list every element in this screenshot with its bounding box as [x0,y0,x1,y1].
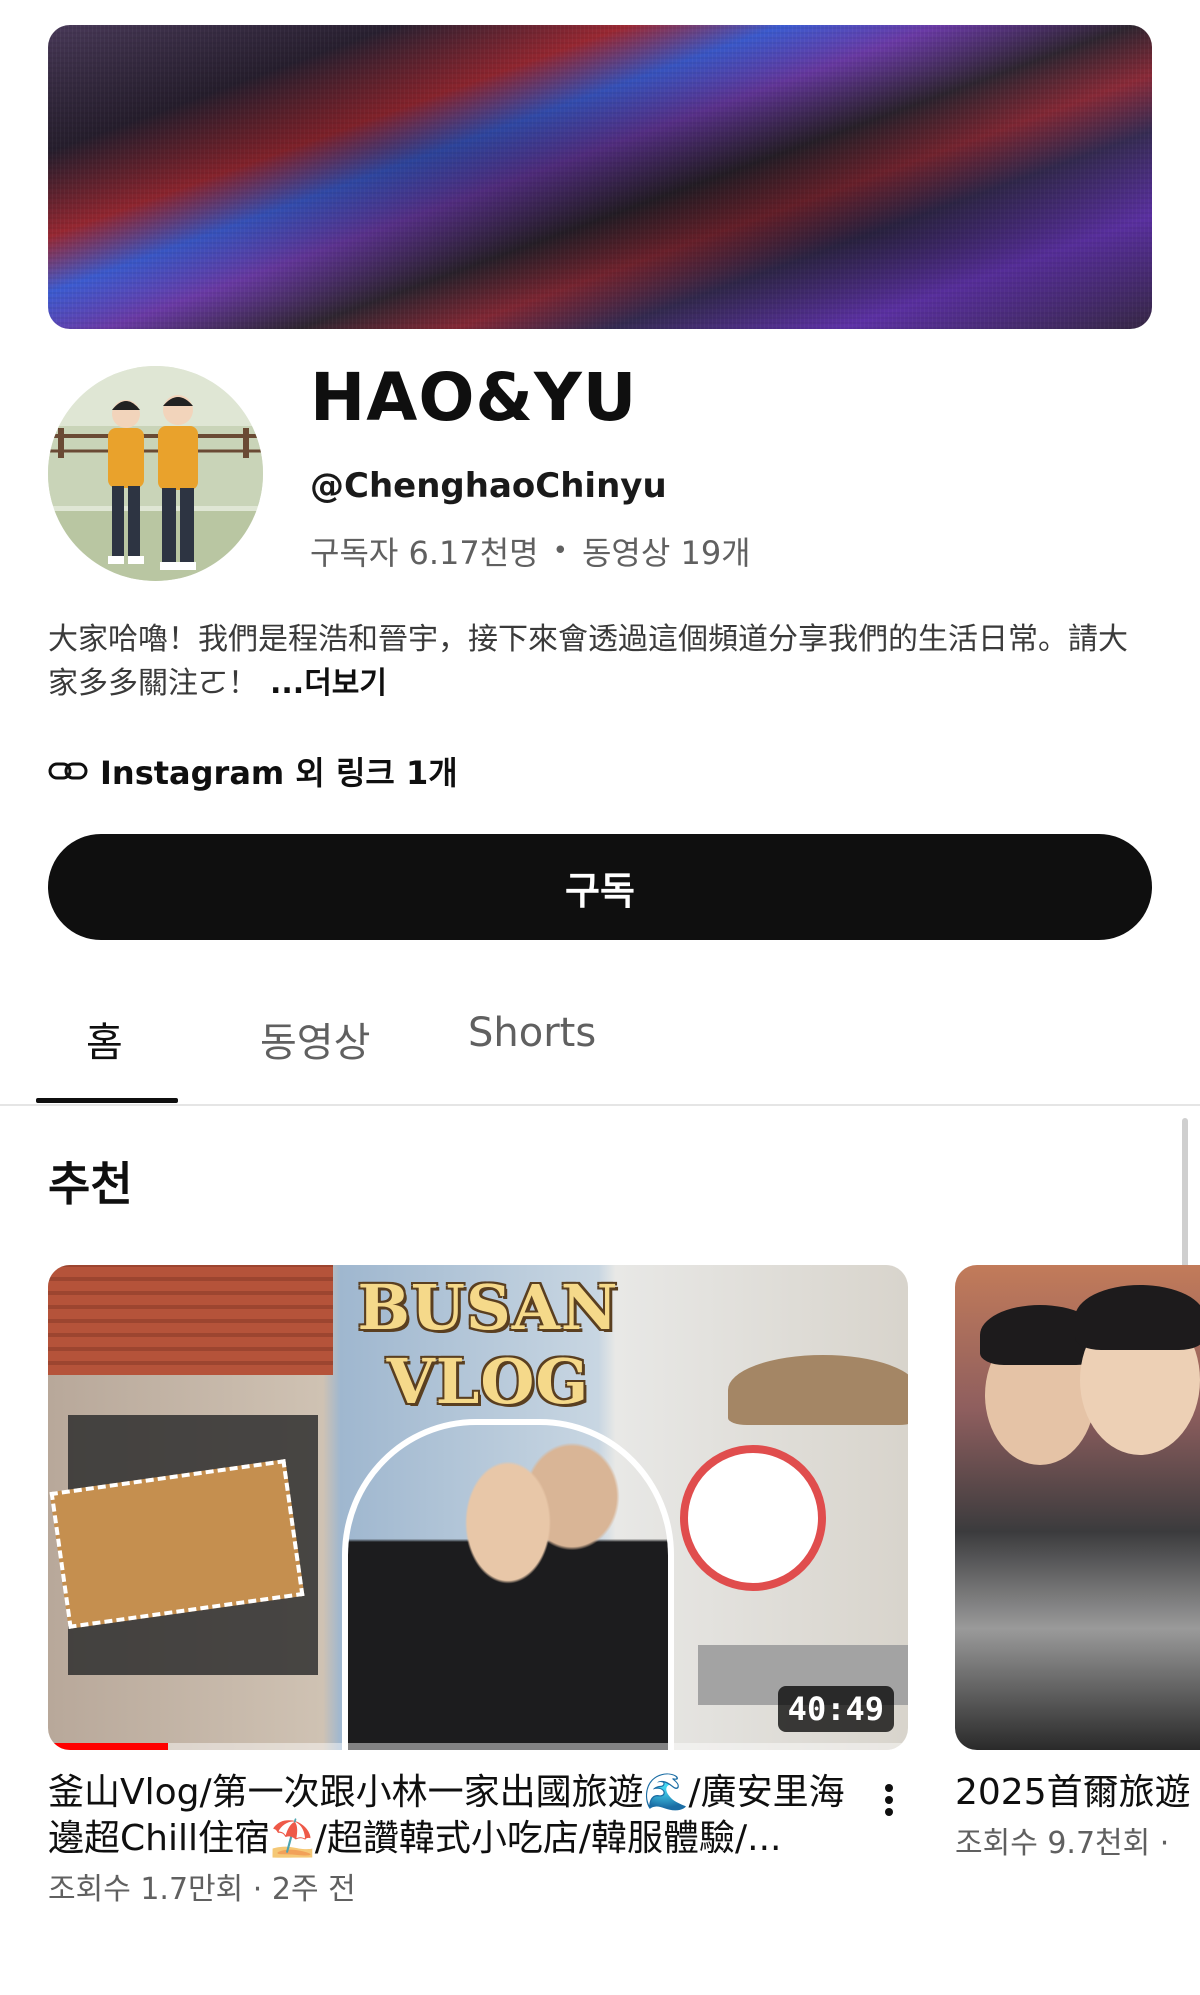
channel-name: HAO&YU [310,359,638,436]
channel-tabs: 홈 동영상 Shorts [0,990,1200,1106]
section-title: 추천 [48,1157,133,1211]
video-title[interactable]: 2025首爾旅遊 🤤/爆買韓國模 [955,1770,1200,1816]
description-text: 大家哈嚕！我們是程浩和晉宇，接下來會透過這個頻道分享我們的生活日常。請大家多多關… [48,622,1128,701]
channel-stats: 구독자 6.17천명 • 동영상 19개 [310,528,751,574]
video-meta: 조회수 1.7만회 · 2주 전 [48,1872,356,1907]
subscriber-count: 구독자 6.17천명 [310,534,539,572]
thumbnail-roof [48,1265,333,1375]
channel-links[interactable]: Instagram 외 링크 1개 [48,748,458,794]
more-link[interactable]: ...더보기 [270,666,387,701]
tab-shorts[interactable]: Shorts [468,1010,596,1056]
separator-dot: • [552,536,568,566]
video-meta: 조회수 9.7천회 · [955,1826,1170,1861]
channel-avatar[interactable] [48,366,263,581]
channel-banner [48,25,1152,329]
tabs-divider [0,1104,1200,1106]
links-label: Instagram 외 링크 1개 [100,754,458,792]
thumbnail-title: BUSAN VLOG [357,1271,619,1418]
tab-videos[interactable]: 동영상 [260,1010,370,1068]
video-title[interactable]: 釜山Vlog/第一次跟小林一家出國旅遊🌊/廣安里海邊超Chill住宿⛱️/超讚韓… [48,1770,848,1862]
tab-home[interactable]: 홈 [86,1010,123,1068]
video-duration: 40:49 [777,1686,894,1732]
active-tab-indicator [36,1098,178,1103]
channel-handle: @ChenghaoChinyu [310,466,667,506]
subscribe-button[interactable]: 구독 [48,834,1152,940]
thumbnail-umbrella [728,1355,908,1425]
video-thumbnail[interactable] [955,1265,1200,1750]
watch-progress-fill [48,1743,169,1750]
video-count: 동영상 19개 [581,534,751,572]
thumbnail-hair [1075,1285,1200,1350]
more-vertical-icon[interactable] [877,1780,901,1828]
video-thumbnail[interactable]: BUSAN VLOG 40:49 [48,1265,908,1750]
watch-progress [48,1743,908,1750]
channel-description[interactable]: 大家哈嚕！我們是程浩和晉宇，接下來會透過這個頻道分享我們的生活日常。請大家多多關… [48,618,1148,706]
video-card[interactable]: BUSAN VLOG 40:49 釜山Vlog/第一次跟小林一家出國旅遊🌊/廣安… [48,1265,908,1908]
avatar-illustration [48,366,263,581]
thumbnail-plate [680,1445,826,1591]
thumbnail-people [342,1419,674,1750]
link-icon [48,762,88,780]
video-card[interactable]: 2025首爾旅遊 🤤/爆買韓國模 조회수 9.7천회 · [955,1265,1200,1862]
